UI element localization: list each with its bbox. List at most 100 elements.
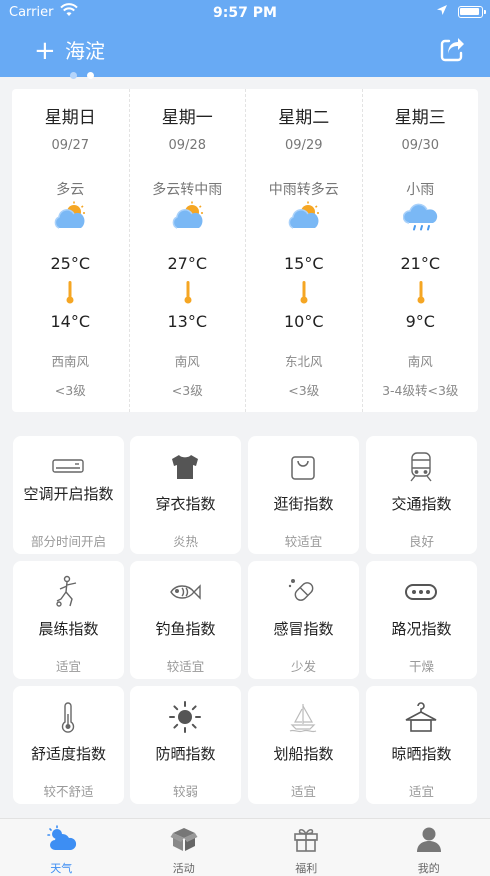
status-bar: Carrier 9:57 PM: [0, 0, 490, 26]
tab-activities[interactable]: 活动: [123, 819, 246, 876]
index-title: 穿衣指数: [155, 495, 216, 513]
index-value: 较不舒适: [43, 784, 94, 799]
page-dot: [70, 72, 77, 79]
location-arrow-icon: [436, 4, 448, 20]
weekday: 星期三: [394, 108, 446, 128]
road-icon: [404, 575, 438, 609]
wind-level: 3-4级转<3级: [382, 383, 459, 398]
index-value: 炎热: [172, 534, 198, 549]
index-title: 路况指数: [391, 620, 452, 638]
thermometer-icon: [300, 280, 308, 304]
index-title: 晾晒指数: [391, 745, 452, 763]
tab-mine[interactable]: 我的: [368, 819, 490, 876]
index-card-morning-exercise[interactable]: 晨练指数 适宜: [13, 561, 124, 679]
low-temp: 10°C: [283, 312, 324, 331]
condition: 中雨转多云: [268, 182, 339, 198]
index-value: 较适宜: [284, 534, 323, 549]
forecast-day: 星期三 09/30 小雨 21°C 9°C 南风 3-4级转<3级: [361, 89, 479, 412]
box-icon: [170, 825, 198, 853]
air-conditioner-icon: [51, 450, 85, 484]
index-value: 适宜: [290, 784, 316, 799]
status-time: 9:57 PM: [213, 5, 277, 21]
index-title: 钓鱼指数: [155, 620, 216, 638]
wind-direction: 东北风: [284, 354, 323, 369]
index-card-shopping[interactable]: 逛街指数 较适宜: [248, 436, 359, 554]
sun-icon: [168, 700, 202, 734]
thermometer-icon: [184, 280, 192, 304]
forecast-panel: 星期日 09/27 多云 25°C 14°C 西南风 <3级 星期一 09/28…: [12, 89, 478, 412]
low-temp: 14°C: [50, 312, 91, 331]
tab-label: 我的: [417, 862, 440, 875]
index-value: 良好: [408, 534, 434, 549]
index-card-drying[interactable]: 晾晒指数 适宜: [366, 686, 477, 804]
tab-label: 活动: [172, 862, 195, 875]
condition: 多云转中雨: [152, 182, 223, 198]
index-card-clothing[interactable]: 穿衣指数 炎热: [130, 436, 241, 554]
index-value: 适宜: [408, 784, 434, 799]
index-title: 感冒指数: [273, 620, 334, 638]
wind-level: <3级: [171, 383, 203, 398]
gift-icon: [292, 825, 320, 853]
shopping-bag-icon: [286, 450, 320, 484]
index-value: 较弱: [172, 784, 198, 799]
tab-welfare[interactable]: 福利: [245, 819, 368, 876]
index-card-comfort[interactable]: 舒适度指数 较不舒适: [13, 686, 124, 804]
exercise-icon: [51, 575, 85, 609]
index-title: 晨练指数: [38, 620, 99, 638]
header-bar: Carrier 9:57 PM + 海淀: [0, 0, 490, 79]
high-temp: 27°C: [167, 254, 208, 273]
user-icon: [415, 825, 443, 853]
index-card-cold[interactable]: 感冒指数 少发: [248, 561, 359, 679]
wind-direction: 南风: [174, 354, 200, 369]
index-value: 较适宜: [166, 659, 205, 674]
forecast-day: 星期一 09/28 多云转中雨 27°C 13°C 南风 <3级: [128, 89, 246, 412]
pill-icon: [286, 575, 320, 609]
tab-weather[interactable]: 天气: [0, 819, 123, 876]
low-temp: 9°C: [405, 312, 435, 331]
share-button[interactable]: [439, 37, 465, 63]
thermometer-icon: [51, 700, 85, 734]
sailboat-icon: [286, 700, 320, 734]
index-card-traffic[interactable]: 交通指数 良好: [366, 436, 477, 554]
high-temp: 15°C: [283, 254, 324, 273]
battery-icon: [458, 6, 486, 18]
page-indicator: [70, 64, 104, 83]
date: 09/28: [168, 138, 206, 153]
weather-icon: [47, 825, 77, 853]
city-name: 海淀: [65, 39, 105, 63]
index-card-fishing[interactable]: 钓鱼指数 较适宜: [130, 561, 241, 679]
index-card-road[interactable]: 路况指数 干燥: [366, 561, 477, 679]
forecast-day: 星期二 09/29 中雨转多云 15°C 10°C 东北风 <3级: [245, 89, 362, 412]
index-card-sunscreen[interactable]: 防晒指数 较弱: [130, 686, 241, 804]
index-value: 少发: [290, 659, 316, 674]
condition: 小雨: [406, 182, 435, 198]
partly-cloudy-icon: [170, 201, 206, 231]
index-value: 适宜: [55, 659, 81, 674]
index-value: 部分时间开启: [30, 534, 106, 549]
fish-icon: [168, 575, 202, 609]
index-card-boating[interactable]: 划船指数 适宜: [248, 686, 359, 804]
date: 09/27: [51, 138, 89, 153]
index-title: 交通指数: [391, 495, 452, 513]
thermometer-icon: [417, 280, 425, 304]
high-temp: 25°C: [50, 254, 91, 273]
index-title: 空调开启指数: [23, 485, 114, 503]
weekday: 星期二: [278, 108, 330, 128]
tshirt-icon: [168, 450, 202, 484]
tab-label: 天气: [50, 862, 73, 875]
forecast-day: 星期日 09/27 多云 25°C 14°C 西南风 <3级: [12, 89, 129, 412]
weekday: 星期一: [161, 108, 213, 128]
wind-direction: 南风: [407, 354, 433, 369]
high-temp: 21°C: [400, 254, 441, 273]
index-value: 干燥: [408, 659, 434, 674]
wind-level: <3级: [288, 383, 320, 398]
share-icon: [440, 38, 464, 62]
add-city-button[interactable]: +: [34, 38, 56, 64]
tab-label: 福利: [295, 862, 318, 875]
thermometer-icon: [66, 280, 74, 304]
index-card-air-conditioner[interactable]: 空调开启指数 部分时间开启: [13, 436, 124, 554]
light-rain-icon: [402, 201, 439, 231]
date: 09/29: [285, 138, 323, 153]
wind-level: <3级: [54, 383, 86, 398]
weekday: 星期日: [44, 108, 96, 128]
